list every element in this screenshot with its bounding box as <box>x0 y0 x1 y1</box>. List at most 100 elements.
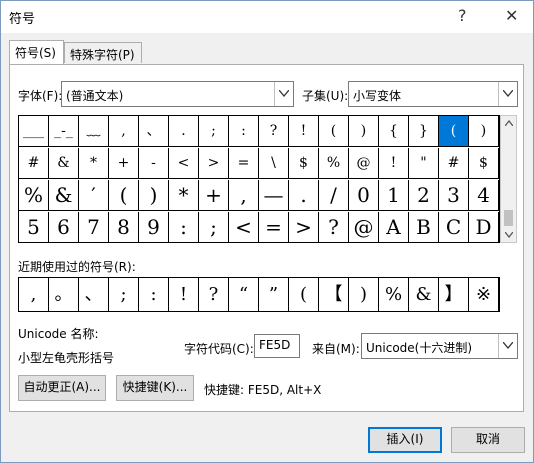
recent-symbol-cell[interactable]: ※ <box>469 278 499 311</box>
symbol-cell[interactable]: # <box>19 148 49 179</box>
symbol-cell[interactable]: & <box>49 180 79 211</box>
symbol-grid-scrollbar[interactable] <box>500 115 517 243</box>
symbol-cell[interactable]: A <box>379 212 409 243</box>
symbol-cell[interactable]: : <box>169 212 199 243</box>
symbol-cell[interactable]: ) <box>349 116 379 147</box>
char-code-input[interactable]: FE5D <box>254 334 300 358</box>
close-button[interactable]: ✕ <box>505 6 518 25</box>
recent-symbol-cell[interactable]: 。 <box>49 278 79 311</box>
symbol-cell[interactable]: , <box>229 180 259 211</box>
symbol-cell[interactable]: 4 <box>469 180 499 211</box>
symbol-cell[interactable]: * <box>169 180 199 211</box>
symbol-cell[interactable]: _-_ <box>49 116 79 147</box>
symbol-cell[interactable]: + <box>199 180 229 211</box>
recent-symbol-cell[interactable]: % <box>379 278 409 311</box>
shortcut-key-button[interactable]: 快捷键(K)... <box>116 375 194 401</box>
symbol-cell[interactable]: ? <box>259 116 289 147</box>
symbol-cell[interactable]: & <box>49 148 79 179</box>
symbol-cell[interactable]: / <box>319 180 349 211</box>
symbol-cell[interactable]: ? <box>319 212 349 243</box>
symbol-cell[interactable]: C <box>439 212 469 243</box>
symbol-cell[interactable]: 1 <box>379 180 409 211</box>
chevron-down-icon[interactable] <box>505 232 513 238</box>
symbol-cell[interactable]: — <box>259 180 289 211</box>
symbol-cell[interactable]: ( <box>319 116 349 147</box>
from-select[interactable]: Unicode(十六进制) <box>361 333 518 359</box>
symbol-cell[interactable]: ; <box>199 212 229 243</box>
symbol-cell[interactable]: = <box>229 148 259 179</box>
symbol-cell[interactable]: % <box>19 180 49 211</box>
symbol-cell[interactable]: . <box>289 180 319 211</box>
scrollbar-thumb[interactable] <box>504 210 513 226</box>
symbol-cell[interactable]: ___ <box>19 116 49 147</box>
subset-select[interactable]: 小写变体 <box>348 81 518 107</box>
symbol-cell[interactable]: , <box>109 116 139 147</box>
symbol-cell[interactable]: = <box>259 212 289 243</box>
symbol-cell[interactable]: : <box>229 116 259 147</box>
symbol-cell[interactable]: $ <box>469 148 499 179</box>
symbol-cell[interactable]: 3 <box>439 180 469 211</box>
cancel-button[interactable]: 取消 <box>451 427 525 453</box>
symbol-cell[interactable]: $ <box>289 148 319 179</box>
symbol-cell[interactable]: . <box>169 116 199 147</box>
symbol-glyph: : <box>241 123 246 139</box>
symbol-cell[interactable]: ; <box>199 116 229 147</box>
insert-button[interactable]: 插入(I) <box>368 427 442 453</box>
recent-symbol-cell[interactable]: 】 <box>439 278 469 311</box>
symbol-cell[interactable]: * <box>79 148 109 179</box>
symbol-cell[interactable]: ) <box>139 180 169 211</box>
symbol-cell[interactable]: > <box>199 148 229 179</box>
symbol-cell[interactable]: 2 <box>409 180 439 211</box>
symbol-cell[interactable]: " <box>409 148 439 179</box>
symbol-cell[interactable]: < <box>229 212 259 243</box>
symbol-cell[interactable]: < <box>169 148 199 179</box>
symbol-cell[interactable]: { <box>379 116 409 147</box>
symbol-cell[interactable]: } <box>409 116 439 147</box>
font-select[interactable]: (普通文本) <box>61 81 294 107</box>
symbol-cell[interactable]: ﹏ <box>79 116 109 147</box>
recent-symbol-cell[interactable]: ) <box>349 278 379 311</box>
symbol-cell[interactable]: B <box>409 212 439 243</box>
recent-symbol-cell[interactable]: ( <box>289 278 319 311</box>
recent-symbol-cell[interactable]: ” <box>259 278 289 311</box>
recent-symbol-cell[interactable]: ! <box>169 278 199 311</box>
recent-symbol-cell[interactable]: 【 <box>319 278 349 311</box>
recent-symbol-cell[interactable]: ; <box>109 278 139 311</box>
symbol-cell[interactable]: ′ <box>79 180 109 211</box>
tab-special-characters[interactable]: 特殊字符(P) <box>64 42 142 63</box>
symbol-cell[interactable]: 7 <box>79 212 109 243</box>
symbol-cell[interactable]: 9 <box>139 212 169 243</box>
symbol-cell[interactable]: - <box>139 148 169 179</box>
chevron-up-icon[interactable] <box>505 120 513 126</box>
symbol-cell[interactable]: 8 <box>109 212 139 243</box>
symbol-cell[interactable]: # <box>439 148 469 179</box>
recent-symbol-cell[interactable]: ? <box>199 278 229 311</box>
symbol-cell[interactable]: ! <box>289 116 319 147</box>
symbol-cell[interactable]: 5 <box>19 212 49 243</box>
symbol-glyph: & <box>57 155 70 171</box>
autocorrect-button[interactable]: 自动更正(A)... <box>18 375 106 401</box>
symbol-cell[interactable]: @ <box>349 148 379 179</box>
recent-symbol-cell[interactable]: , <box>19 278 49 311</box>
symbol-cell[interactable]: ( <box>109 180 139 211</box>
symbol-cell[interactable]: \ <box>259 148 289 179</box>
symbol-cell[interactable]: 0 <box>349 180 379 211</box>
recent-symbol-cell[interactable]: “ <box>229 278 259 311</box>
symbol-cell[interactable]: % <box>319 148 349 179</box>
symbol-cell[interactable]: ! <box>379 148 409 179</box>
symbol-cell[interactable]: D <box>469 212 499 243</box>
symbol-cell[interactable]: + <box>109 148 139 179</box>
symbol-cell[interactable]: 6 <box>49 212 79 243</box>
symbol-cell[interactable]: > <box>289 212 319 243</box>
symbol-cell[interactable]: 、 <box>139 116 169 147</box>
symbol-glyph: 5 <box>27 215 40 239</box>
symbol-cell[interactable]: ) <box>469 116 499 147</box>
symbol-cell[interactable]: @ <box>349 212 379 243</box>
tab-symbols[interactable]: 符号(S) <box>9 40 64 64</box>
symbol-glyph: ( <box>330 123 337 139</box>
help-button[interactable]: ? <box>458 6 467 25</box>
recent-symbol-cell[interactable]: : <box>139 278 169 311</box>
recent-symbol-cell[interactable]: 、 <box>79 278 109 311</box>
recent-symbol-cell[interactable]: & <box>409 278 439 311</box>
symbol-cell[interactable]: ( <box>439 116 469 147</box>
